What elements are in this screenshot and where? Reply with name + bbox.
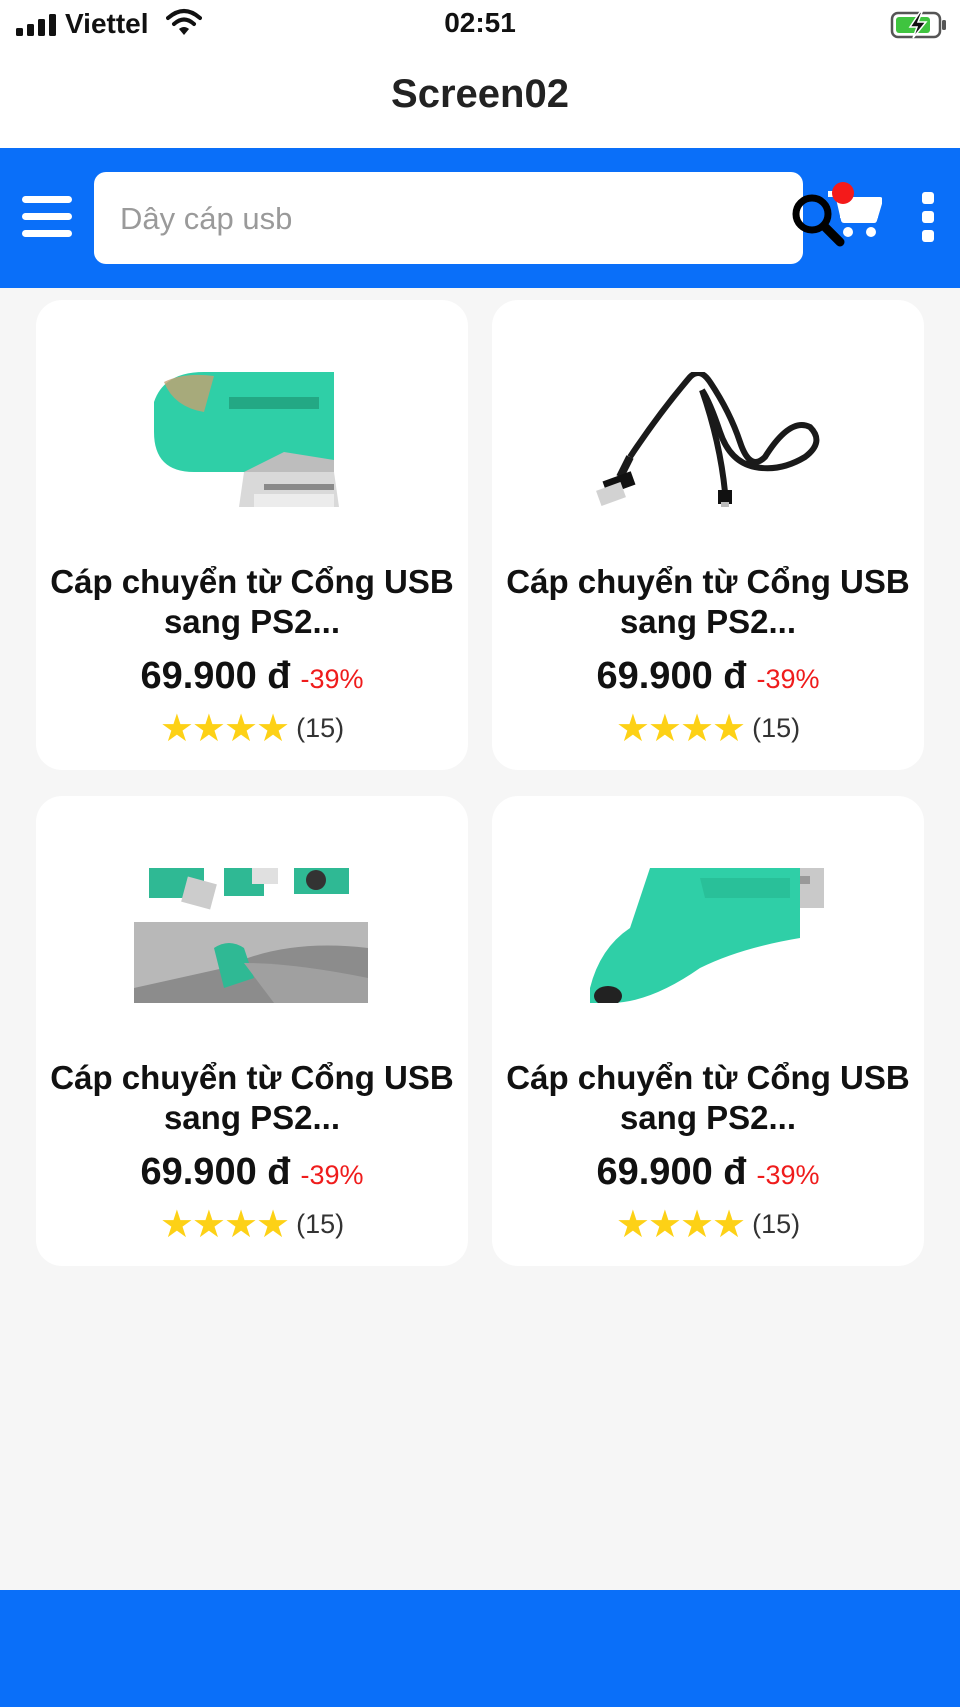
rating-row: ★★★★ (15) [492,1202,924,1247]
product-title: Cáp chuyển từ Cổng USB sang PS2... [50,1059,454,1136]
product-price: 69.900 đ [596,655,747,697]
navigation-bar: Screen02 [0,50,960,148]
rating-row: ★★★★ (15) [36,1202,468,1247]
product-image[interactable] [590,868,824,1003]
star-rating-icon: ★★★★ [615,1204,746,1246]
star-rating-icon: ★★★★ [159,1204,290,1246]
product-price: 69.900 đ [140,655,291,697]
product-title: Cáp chuyển từ Cổng USB sang PS2... [506,563,910,640]
price-row: 69.900 đ -39% [36,655,468,698]
star-rating-icon: ★★★★ [615,708,746,750]
discount-badge: -39% [300,664,364,694]
product-card[interactable]: Cáp chuyển từ Cổng USB sang PS2... 69.90… [492,796,924,1266]
status-bar: Viettel 02:51 [0,0,960,50]
product-image[interactable] [590,372,824,507]
battery-charging-icon [890,10,948,45]
search-input[interactable] [118,172,762,266]
product-card[interactable]: Cáp chuyển từ Cổng USB sang PS2... 69.90… [36,796,468,1266]
price-row: 69.900 đ -39% [492,655,924,698]
product-image[interactable] [134,868,368,1003]
bottom-bar [0,1590,960,1707]
product-price: 69.900 đ [596,1151,747,1193]
star-rating-icon: ★★★★ [159,708,290,750]
discount-badge: -39% [756,664,820,694]
more-vertical-icon[interactable] [920,192,938,242]
price-row: 69.900 đ -39% [492,1151,924,1194]
hamburger-menu-icon[interactable] [22,196,72,238]
product-card[interactable]: Cáp chuyển từ Cổng USB sang PS2... 69.90… [492,300,924,770]
search-icon[interactable] [790,192,846,253]
product-price: 69.900 đ [140,1151,291,1193]
app-toolbar [0,148,960,288]
search-box [94,172,803,266]
product-card[interactable]: Cáp chuyển từ Cổng USB sang PS2... 69.90… [36,300,468,770]
discount-badge: -39% [300,1160,364,1190]
review-count: (15) [752,1209,801,1239]
status-clock: 02:51 [444,7,516,38]
review-count: (15) [752,713,801,743]
price-row: 69.900 đ -39% [36,1151,468,1194]
review-count: (15) [296,1209,345,1239]
product-image[interactable] [134,372,368,507]
page-title: Screen02 [391,72,569,116]
product-title: Cáp chuyển từ Cổng USB sang PS2... [506,1059,910,1136]
discount-badge: -39% [756,1160,820,1190]
product-title: Cáp chuyển từ Cổng USB sang PS2... [50,563,454,640]
review-count: (15) [296,713,345,743]
rating-row: ★★★★ (15) [492,706,924,751]
rating-row: ★★★★ (15) [36,706,468,751]
